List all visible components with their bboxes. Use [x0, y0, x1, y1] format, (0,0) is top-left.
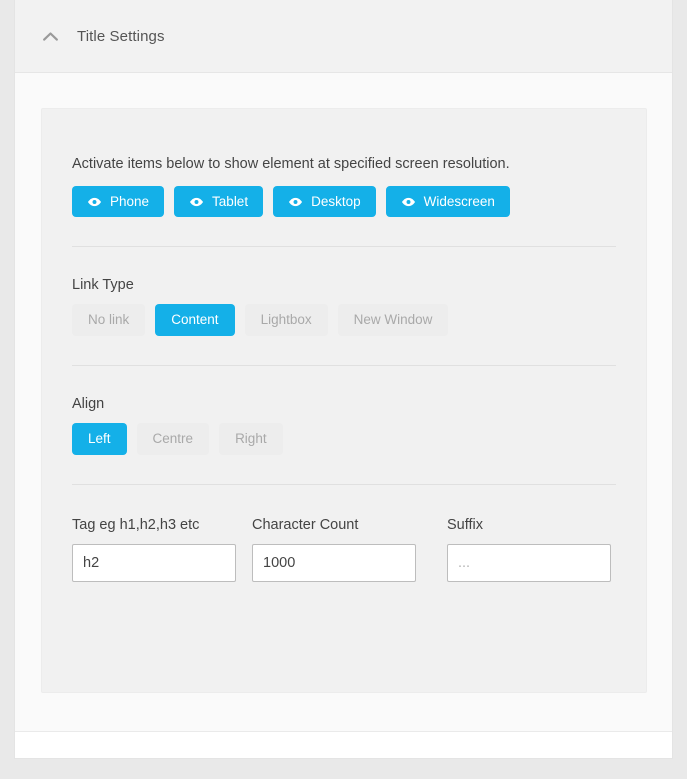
- visibility-button-label: Widescreen: [423, 193, 495, 209]
- visibility-button-label: Tablet: [212, 193, 249, 209]
- link-type-label: Link Type: [72, 277, 134, 293]
- panel-body: Activate items below to show element at …: [15, 73, 672, 731]
- panel-header[interactable]: Title Settings: [15, 0, 672, 73]
- character-count-field-group: Character Count: [252, 517, 416, 582]
- align-button-row: Left Centre Right: [72, 423, 616, 455]
- link-type-option-label: Lightbox: [260, 312, 312, 328]
- visibility-button-label: Phone: [110, 193, 150, 209]
- align-label: Align: [72, 396, 105, 412]
- align-option-left[interactable]: Left: [72, 423, 127, 455]
- tag-input[interactable]: [72, 544, 236, 582]
- link-type-option-label: No link: [88, 312, 130, 328]
- character-count-input[interactable]: [252, 544, 416, 582]
- link-type-section: Link Type No link Content Lightbox New W…: [72, 247, 616, 336]
- visibility-button-row: Phone Tablet Desktop Widescreen: [72, 186, 616, 217]
- link-type-option-label: Content: [171, 312, 219, 328]
- align-option-label: Left: [88, 431, 111, 447]
- align-option-right[interactable]: Right: [219, 423, 283, 455]
- align-option-label: Centre: [152, 431, 194, 447]
- suffix-field-group: Suffix: [447, 517, 611, 582]
- panel-footer: [15, 731, 672, 758]
- eye-icon: [401, 197, 416, 207]
- chevron-up-icon[interactable]: [37, 23, 63, 49]
- align-option-label: Right: [235, 431, 267, 447]
- visibility-button-phone[interactable]: Phone: [72, 186, 165, 217]
- visibility-button-tablet[interactable]: Tablet: [174, 186, 264, 217]
- link-type-option-lightbox[interactable]: Lightbox: [244, 304, 328, 336]
- link-type-option-new-window[interactable]: New Window: [337, 304, 449, 336]
- align-section: Align Left Centre Right: [72, 366, 616, 455]
- eye-icon: [87, 197, 102, 207]
- suffix-input[interactable]: [447, 544, 611, 582]
- visibility-button-widescreen[interactable]: Widescreen: [385, 186, 510, 217]
- tag-field-label: Tag eg h1,h2,h3 etc: [72, 517, 200, 533]
- link-type-button-row: No link Content Lightbox New Window: [72, 304, 616, 336]
- settings-inner-panel: Activate items below to show element at …: [41, 108, 647, 693]
- eye-icon: [288, 197, 303, 207]
- link-type-option-content[interactable]: Content: [155, 304, 235, 336]
- visibility-button-label: Desktop: [311, 193, 361, 209]
- eye-icon: [189, 197, 204, 207]
- tag-field-group: Tag eg h1,h2,h3 etc: [72, 517, 236, 582]
- settings-window: Title Settings Activate items below to s…: [14, 0, 673, 759]
- visibility-section: Activate items below to show element at …: [72, 109, 616, 217]
- character-count-field-label: Character Count: [252, 517, 359, 533]
- align-option-centre[interactable]: Centre: [136, 423, 210, 455]
- suffix-field-label: Suffix: [447, 517, 484, 533]
- link-type-option-no-link[interactable]: No link: [72, 304, 146, 336]
- link-type-option-label: New Window: [353, 312, 433, 328]
- fields-row: Tag eg h1,h2,h3 etc Character Count Suff…: [72, 485, 616, 582]
- page-title: Title Settings: [77, 27, 165, 45]
- visibility-button-desktop[interactable]: Desktop: [273, 186, 376, 217]
- visibility-lead-text: Activate items below to show element at …: [72, 156, 510, 172]
